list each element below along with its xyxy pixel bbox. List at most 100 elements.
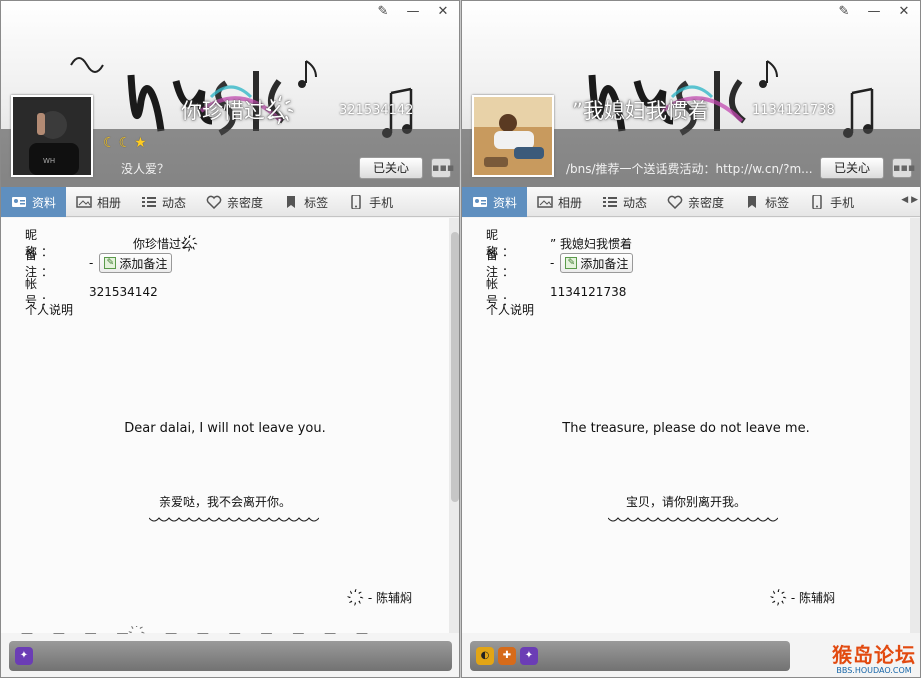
chat-bubble-icon[interactable]: ▪▪▪	[431, 158, 454, 178]
close-icon[interactable]: ✕	[431, 3, 455, 21]
gold-badge-icon[interactable]: ◐	[476, 647, 494, 665]
scroll-thumb[interactable]	[451, 232, 459, 502]
followed-button[interactable]: 已关心	[359, 157, 423, 179]
avatar-photo	[474, 97, 552, 175]
tab-info[interactable]: 资料	[462, 187, 528, 217]
feed-list-icon	[603, 197, 618, 207]
qq-number: 1134121738	[752, 103, 835, 118]
minimize-icon[interactable]: —	[401, 3, 425, 21]
field-value: 321534142	[89, 285, 158, 299]
phone-icon	[351, 195, 361, 209]
skin-brush-icon[interactable]: ✎	[832, 3, 856, 21]
close-icon[interactable]: ✕	[892, 3, 916, 21]
field-value: -	[89, 256, 94, 270]
profile-card-icon	[12, 197, 26, 207]
avatar[interactable]: WH	[11, 95, 93, 177]
field-label: 个人说明	[25, 303, 74, 317]
level-icons[interactable]: ☾ ☾ ★	[103, 135, 147, 151]
album-icon	[76, 196, 92, 208]
star-icon: ★	[134, 135, 147, 151]
profile-card-icon	[473, 197, 487, 207]
intro-text-english: Dear dalai, I will not leave you.	[124, 421, 326, 436]
tab-label: 标签	[304, 195, 329, 210]
tab-phone[interactable]: 手机	[799, 187, 864, 217]
moon-icon: ☾	[118, 135, 132, 151]
watermark-title: 猴岛论坛	[832, 643, 916, 667]
svg-text:WH: WH	[43, 157, 55, 165]
intro-text-chinese: 宝贝，请你别离开我。	[625, 495, 746, 509]
edit-note-icon: ✎	[565, 257, 578, 269]
add-note-label: 添加备注	[119, 256, 168, 271]
nickname-title: 你珍惜过么҉	[181, 99, 295, 123]
window-controls: ✎ — ✕	[371, 3, 455, 21]
content-scrollbar[interactable]	[449, 218, 459, 633]
tab-feed[interactable]: 动态	[592, 187, 657, 217]
tab-label: 亲密度	[227, 195, 264, 210]
orange-badge-icon[interactable]: ✚	[498, 647, 516, 665]
tab-tags[interactable]: 标签	[273, 187, 338, 217]
tab-tags[interactable]: 标签	[734, 187, 799, 217]
screenshot-stage: ✎ — ✕ WH 你珍惜过么҉ 321534142 ☾ ☾ ★ 没人爱？ 已关心…	[0, 0, 921, 678]
tab-label: 相册	[558, 195, 583, 210]
tab-label: 手机	[830, 195, 855, 210]
profile-content: 昵 称： 你珍惜过么҉ 备 注： - ✎ 添加备注 帐 号： 321534142…	[1, 218, 449, 634]
cut-off-line: — — — — ҉ — — — — — — —	[21, 626, 376, 634]
tab-album[interactable]: 相册	[527, 187, 592, 217]
profile-tabs: 资料 相册 动态 亲密度 标签 手机 ◀ ▶	[462, 187, 920, 217]
badge-bar: ✦	[9, 641, 452, 671]
tab-label: 手机	[369, 195, 394, 210]
purple-badge-icon[interactable]: ✦	[15, 647, 33, 665]
purple-badge-icon[interactable]: ✦	[520, 647, 538, 665]
window-controls: ✎ — ✕	[832, 3, 916, 21]
chat-bubble-icon[interactable]: ▪▪▪	[892, 158, 915, 178]
tab-info[interactable]: 资料	[1, 187, 67, 217]
field-value: -	[550, 256, 555, 270]
intro-text-chinese: 亲爱哒，我不会离开你。	[158, 495, 291, 509]
content-scrollbar[interactable]	[910, 218, 920, 633]
moon-icon: ☾	[103, 135, 116, 151]
followed-button[interactable]: 已关心	[820, 157, 884, 179]
field-label: 个人说明	[486, 303, 535, 317]
profile-tabs: 资料 相册 动态 亲密度 标签 手机	[1, 187, 459, 217]
bookmark-icon	[748, 196, 757, 208]
tab-label: 动态	[623, 195, 648, 210]
signature[interactable]: /bns/推荐一个送话费活动：http://w.cn/?m...	[566, 160, 814, 177]
tab-album[interactable]: 相册	[66, 187, 131, 217]
badge-bar: ◐ ✚ ✦	[470, 641, 790, 671]
bookmark-icon	[287, 196, 296, 208]
add-note-button[interactable]: ✎ 添加备注	[99, 253, 173, 273]
tab-intimacy[interactable]: 亲密度	[196, 187, 273, 217]
forum-watermark: 猴岛论坛 BBS.HOUDAO.COM	[832, 644, 916, 675]
add-note-button[interactable]: ✎ 添加备注	[560, 253, 634, 273]
profile-window-left: ✎ — ✕ WH 你珍惜过么҉ 321534142 ☾ ☾ ★ 没人爱？ 已关心…	[0, 0, 460, 678]
tab-label: 资料	[493, 195, 518, 210]
signature[interactable]: 没人爱？	[121, 160, 341, 177]
tab-label: 资料	[32, 195, 57, 210]
qq-number: 321534142	[339, 103, 414, 118]
intro-row: 个人说明	[486, 301, 534, 318]
minimize-icon[interactable]: —	[862, 3, 886, 21]
tab-feed[interactable]: 动态	[131, 187, 196, 217]
tab-label: 相册	[97, 195, 122, 210]
profile-content: 昵 称： ” 我媳妇我惯着 备 注： - ✎ 添加备注 帐 号： 1134121…	[462, 218, 910, 633]
avatar-photo: WH	[13, 97, 91, 175]
nickname-title: ”我媳妇我惯着	[572, 99, 709, 123]
avatar[interactable]	[472, 95, 554, 177]
tab-intimacy[interactable]: 亲密度	[657, 187, 734, 217]
field-value: 1134121738	[550, 285, 627, 299]
intro-text-english: The treasure, please do not leave me.	[562, 421, 810, 436]
wavy-underline	[149, 517, 319, 522]
heart-icon	[667, 195, 683, 209]
tab-label: 标签	[765, 195, 790, 210]
skin-brush-icon[interactable]: ✎	[371, 3, 395, 21]
tab-label: 亲密度	[688, 195, 725, 210]
feed-list-icon	[142, 197, 157, 207]
tab-scroll-arrows-icon[interactable]: ◀ ▶	[901, 195, 918, 205]
wavy-underline	[608, 517, 778, 522]
tab-phone[interactable]: 手机	[338, 187, 403, 217]
album-icon	[537, 196, 553, 208]
profile-window-right: ✎ — ✕ ”我媳妇我惯着 1134121738 /bns/推荐一个送话费活动：…	[461, 0, 921, 678]
intro-author: ҉ - 陈辅焖	[782, 591, 835, 605]
add-note-label: 添加备注	[580, 256, 629, 271]
intro-row: 个人说明	[25, 301, 73, 318]
